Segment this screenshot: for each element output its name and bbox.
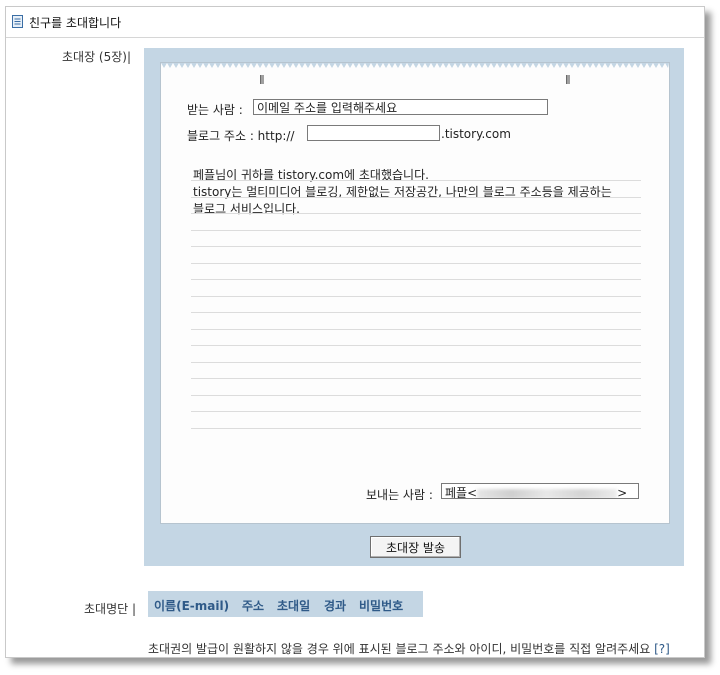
invite-list-header: 이름(E-mail) 주소 초대일 경과 비밀번호 <box>148 591 423 617</box>
column-invite-date[interactable]: 초대일 <box>277 597 310 614</box>
page-title: 친구를 초대합니다 <box>29 16 122 30</box>
document-icon <box>12 15 23 28</box>
ruled-line <box>191 246 641 247</box>
message-line: 블로그 서비스입니다. <box>193 202 300 216</box>
invite-list-label: 초대명단 | <box>84 602 137 616</box>
blog-domain-suffix: .tistory.com <box>441 127 511 141</box>
blog-address-label: 블로그 주소 : http:// <box>187 129 295 143</box>
sender-label: 보내는 사람 : <box>366 488 433 502</box>
ruled-line <box>191 213 641 214</box>
footer-text: 초대권의 발급이 원활하지 않을 경우 위에 표시된 블로그 주소와 아이디, … <box>148 642 651 656</box>
footer-note: 초대권의 발급이 원활하지 않을 경우 위에 표시된 블로그 주소와 아이디, … <box>148 640 670 657</box>
column-password[interactable]: 비밀번호 <box>359 597 403 614</box>
invite-count-label: 초대장 (5장)| <box>62 50 132 64</box>
ruled-line <box>191 197 641 198</box>
column-name-email[interactable]: 이름(E-mail) <box>154 597 229 614</box>
help-link[interactable]: [?] <box>654 642 670 656</box>
ruled-line <box>191 296 641 297</box>
sender-field[interactable]: 페플< > <box>441 483 639 499</box>
sender-email-redacted <box>477 488 618 498</box>
column-elapsed[interactable]: 경과 <box>324 597 346 614</box>
recipient-label: 받는 사람 : <box>187 103 243 117</box>
send-invite-button[interactable]: 초대장 발송 <box>370 536 461 558</box>
pin-icon <box>566 75 570 84</box>
ruled-line <box>191 312 641 313</box>
ruled-line <box>191 279 641 280</box>
ruled-line <box>191 362 641 363</box>
column-address[interactable]: 주소 <box>242 597 264 614</box>
sender-bracket: > <box>617 486 628 499</box>
pin-icon <box>260 75 264 84</box>
invite-letter: 받는 사람 : 블로그 주소 : http:// .tistory.com 페플… <box>160 62 670 524</box>
window-header: 친구를 초대합니다 <box>6 7 704 38</box>
ruled-line <box>191 395 641 396</box>
letter-torn-edge <box>161 63 669 68</box>
sender-name: 페플< <box>445 486 478 499</box>
ruled-line <box>191 411 641 412</box>
ruled-line <box>191 378 641 379</box>
ruled-line <box>191 428 641 429</box>
ruled-line <box>191 345 641 346</box>
ruled-line <box>191 180 641 181</box>
recipient-email-input[interactable] <box>253 99 548 115</box>
blog-address-input[interactable] <box>307 125 440 141</box>
ruled-line <box>191 230 641 231</box>
ruled-line <box>191 263 641 264</box>
ruled-line <box>191 329 641 330</box>
